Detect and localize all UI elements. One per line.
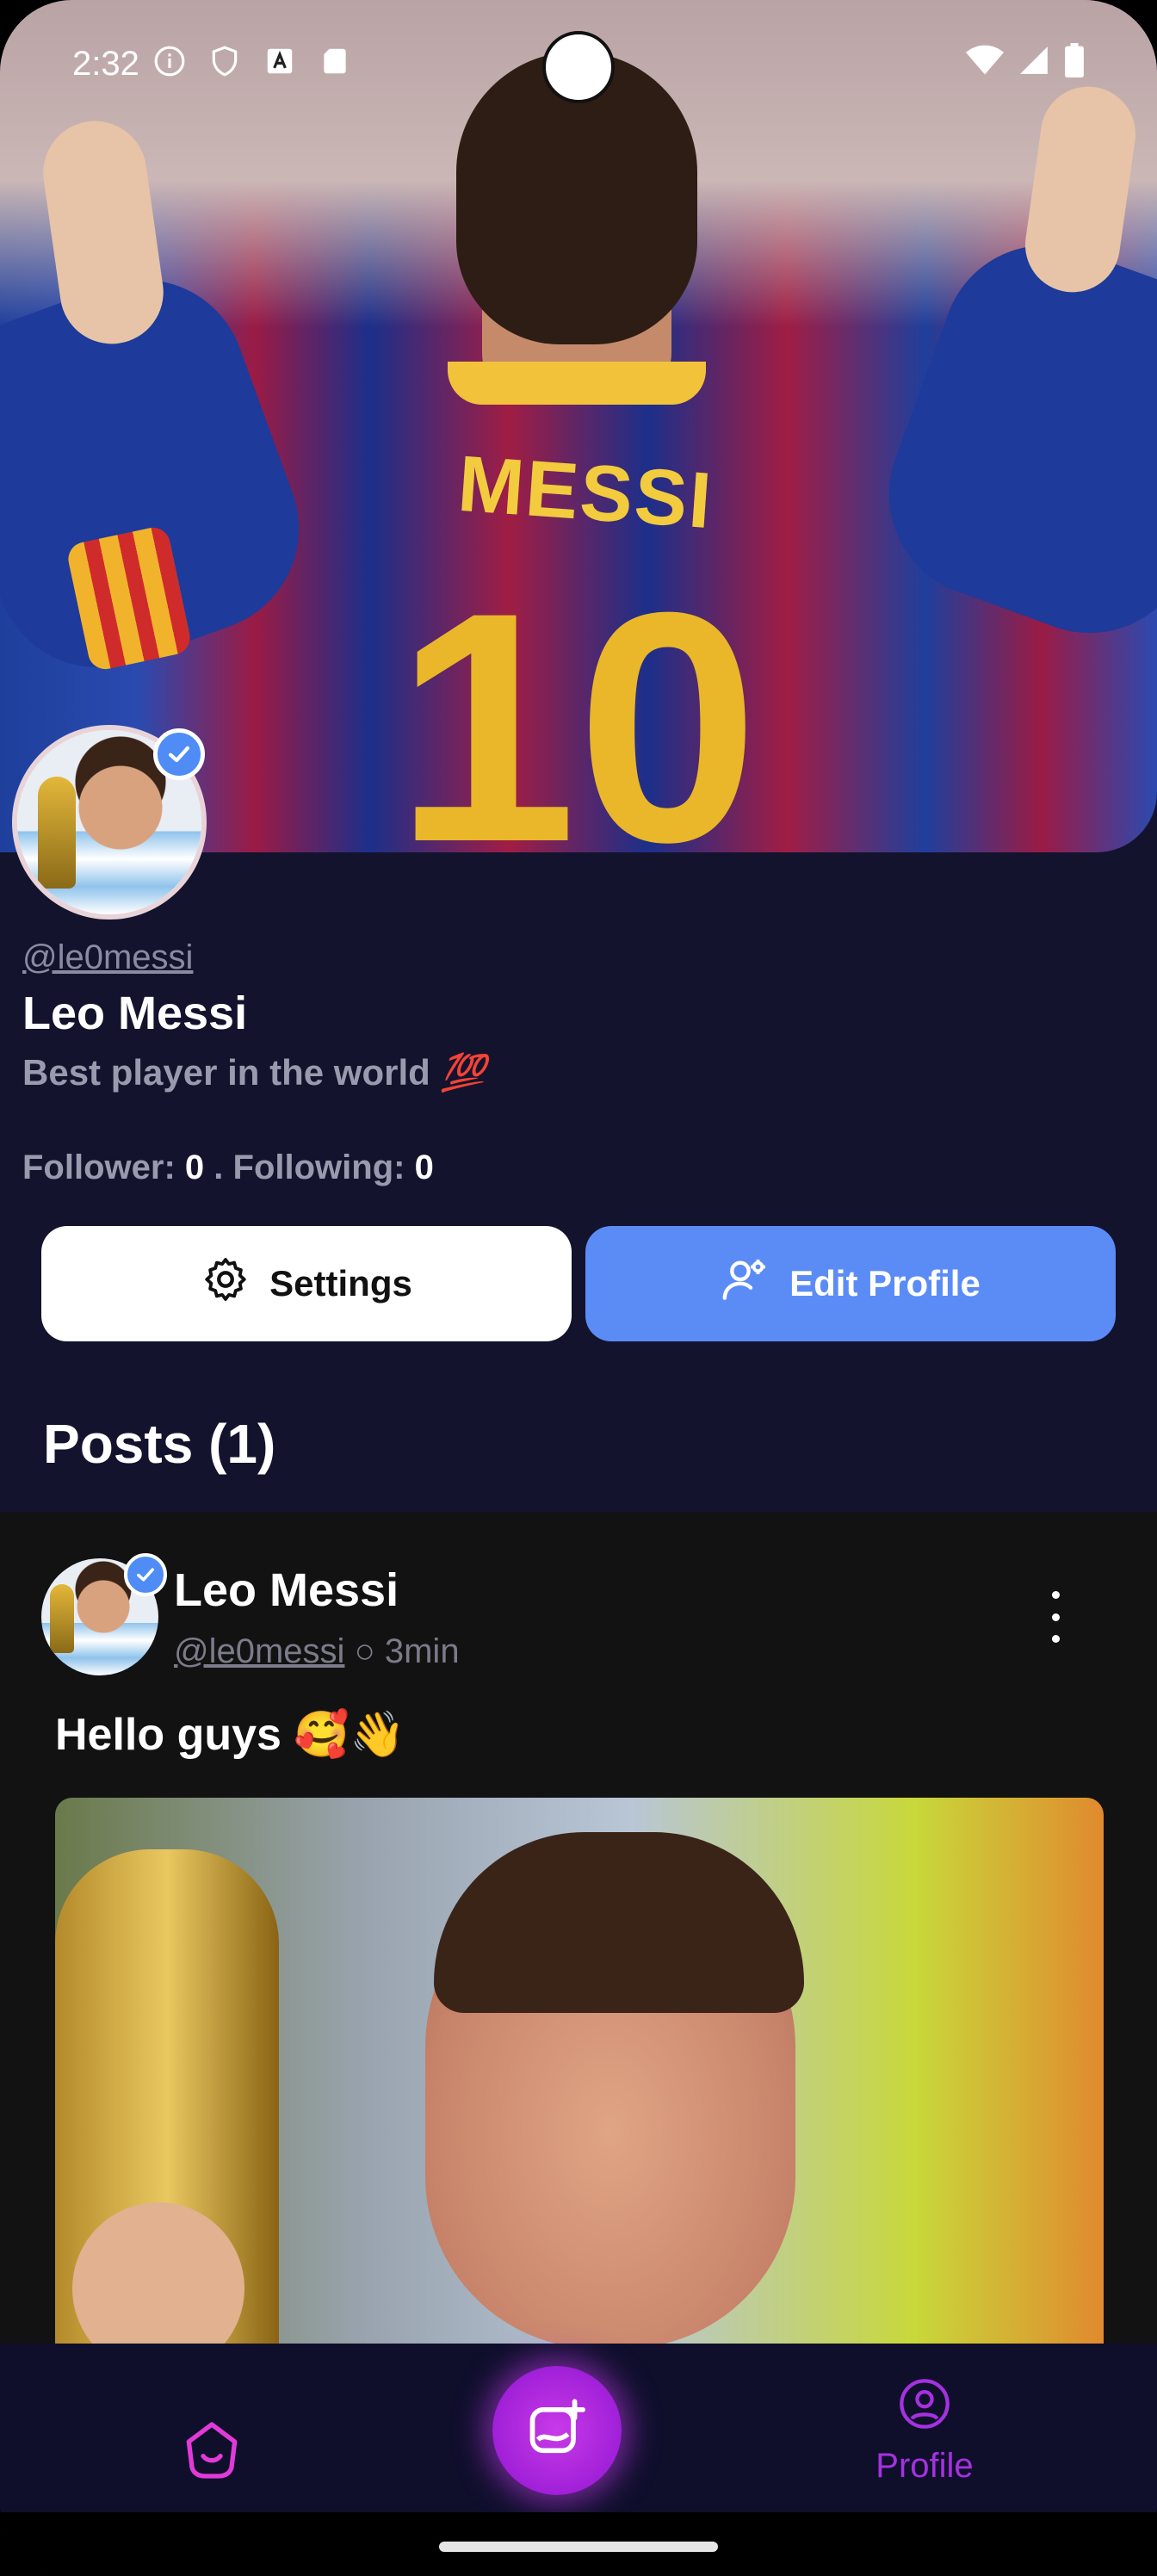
- home-indicator[interactable]: [439, 2542, 718, 2552]
- font-a-icon: [263, 45, 296, 77]
- follower-label: Follower:: [22, 1149, 176, 1186]
- battery-icon: [1064, 43, 1085, 86]
- post-text: Hello guys 🥰👋: [55, 1710, 405, 1760]
- post-meta: @le0messi ○ 3min: [174, 1632, 460, 1671]
- follower-count: 0: [184, 1149, 205, 1186]
- hundred-points-emoji: 💯: [440, 1052, 486, 1093]
- stats-separator: .: [213, 1149, 224, 1186]
- status-time: 2:32: [72, 45, 139, 83]
- nav-profile-tab[interactable]: Profile: [866, 2376, 983, 2486]
- jersey-number: 10: [394, 544, 759, 853]
- info-icon: [153, 45, 186, 77]
- bio-text: Best player in the world: [22, 1052, 430, 1093]
- following-count: 0: [414, 1149, 434, 1186]
- post-author-name[interactable]: Leo Messi: [174, 1564, 399, 1617]
- edit-profile-label: Edit Profile: [789, 1263, 981, 1303]
- profile-name: Leo Messi: [22, 988, 248, 1039]
- post-image[interactable]: [55, 1798, 1104, 2357]
- sd-card-icon: [319, 45, 351, 77]
- shield-icon: [208, 45, 241, 77]
- posts-heading: Posts (1): [43, 1413, 276, 1475]
- settings-button[interactable]: Settings: [41, 1226, 572, 1341]
- jersey-name: MESSI: [455, 439, 716, 546]
- following-label: Following:: [232, 1149, 405, 1186]
- front-camera: [542, 31, 615, 103]
- add-photo-icon: [524, 2396, 590, 2466]
- edit-profile-button[interactable]: Edit Profile: [585, 1226, 1116, 1341]
- new-post-button[interactable]: [492, 2366, 622, 2495]
- device-screen: MESSI 10 2:32 @le0messi Leo Messi Best p…: [0, 0, 1157, 2576]
- nav-profile-label: Profile: [875, 2447, 974, 2485]
- settings-label: Settings: [269, 1263, 412, 1303]
- profile-circle-icon: [866, 2376, 983, 2440]
- verified-badge-icon: [153, 728, 205, 780]
- profile-bio: Best player in the world 💯: [22, 1052, 486, 1094]
- post-verified-badge-icon: [124, 1553, 167, 1596]
- signal-icon: [1018, 44, 1050, 85]
- gear-icon: [201, 1254, 251, 1313]
- follow-stats: Follower: 0 . Following: 0: [22, 1149, 434, 1187]
- user-gear-icon: [721, 1254, 770, 1313]
- profile-handle[interactable]: @le0messi: [22, 938, 193, 977]
- wifi-icon: [966, 44, 1004, 85]
- post-author-handle[interactable]: @le0messi: [174, 1632, 344, 1670]
- more-options-icon[interactable]: [1038, 1591, 1073, 1643]
- post-time: 3min: [384, 1632, 460, 1670]
- home-icon[interactable]: [177, 2416, 246, 2485]
- post-meta-dot: ○: [354, 1632, 375, 1670]
